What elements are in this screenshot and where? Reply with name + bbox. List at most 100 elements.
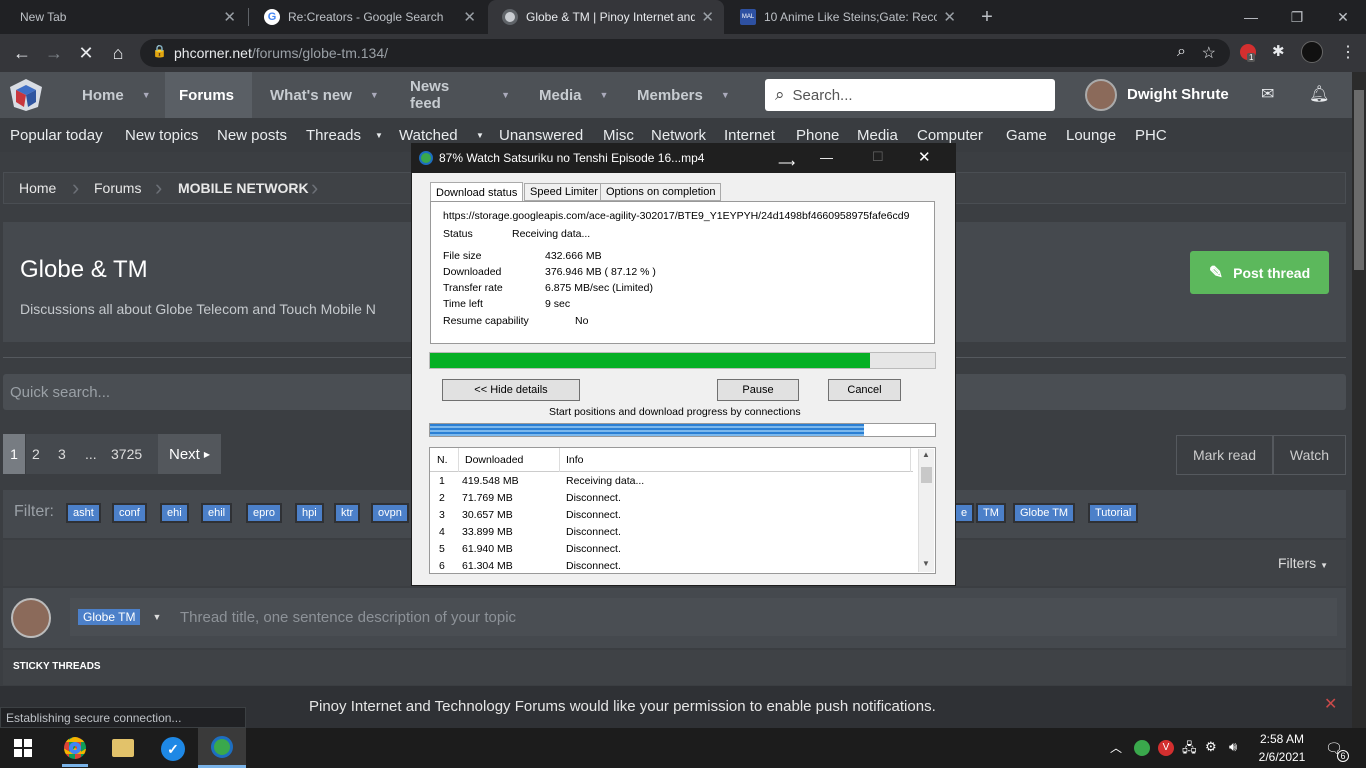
close-tab-icon[interactable]: ✕ [943,8,956,26]
puzzle-extensions-icon[interactable]: ✱ [1272,42,1285,60]
address-bar[interactable]: 🔒 phcorner.net/forums/globe-tm.134/ ⌕ ☆ [140,39,1230,67]
scroll-thumb[interactable] [921,467,932,483]
page-2[interactable]: 2 [32,446,40,462]
tab-speed-limiter[interactable]: Speed Limiter [524,183,604,201]
nav-home[interactable]: Home ▼ [68,72,162,118]
username-link[interactable]: Dwight Shrute [1127,86,1229,103]
tab-phcorner[interactable]: Globe & TM | Pinoy Internet and ✕ [488,0,724,34]
nav-members[interactable]: Members ▼ [623,72,753,118]
watch-button[interactable]: Watch [1273,435,1346,475]
close-window-icon[interactable]: ✕ [1320,0,1366,34]
pause-button[interactable]: Pause [717,379,799,401]
tray-steam-icon[interactable]: ⚙ [1205,739,1217,755]
mal-icon: MAL [740,9,756,25]
stop-loading-icon[interactable]: ✕ [70,34,102,72]
subnav-game[interactable]: Game [1006,118,1047,152]
filter-tag[interactable]: ehi [160,503,189,523]
page-3[interactable]: 3 [58,446,66,462]
tab-options-on-completion[interactable]: Options on completion [600,183,722,201]
page-1[interactable]: 1 [3,434,25,474]
clock-date[interactable]: 2/6/2021 [1257,750,1307,764]
zoom-icon[interactable]: ⌕ [1177,43,1186,61]
nav-news-feed[interactable]: News feed ▼ [396,72,524,118]
chrome-taskbar-icon[interactable] [64,737,86,759]
back-arrow-icon[interactable]: ← [6,34,38,72]
filter-tag[interactable]: Tutorial [1088,503,1139,523]
breadcrumb-home[interactable]: Home [19,172,56,204]
windows-start-icon[interactable] [14,739,32,757]
table-scrollbar[interactable]: ▲ ▼ [918,449,934,572]
phcorner-logo[interactable] [8,77,44,113]
clock-time[interactable]: 2:58 AM [1257,732,1307,746]
post-thread-button[interactable]: ✎ Post thread [1190,251,1329,294]
subnav-phc[interactable]: PHC [1135,118,1167,152]
breadcrumb-mobile-network[interactable]: MOBILE NETWORK [178,172,309,204]
subnav-lounge[interactable]: Lounge [1066,118,1116,152]
page-last[interactable]: 3725 [111,446,142,462]
page-scrollbar[interactable] [1352,72,1366,728]
alerts-bell-icon[interactable]: 🔔︎ [1309,84,1329,104]
profile-avatar-icon[interactable] [1301,41,1323,63]
column-info[interactable]: Info [566,454,584,466]
tray-idm-icon[interactable] [1134,740,1150,756]
close-tab-icon[interactable]: ✕ [223,8,236,26]
tab-google-search[interactable]: G Re:Creators - Google Search ✕ [250,0,486,34]
vpn-app-icon[interactable]: ✓ [161,737,185,761]
column-n[interactable]: N. [437,454,448,466]
filter-tag[interactable]: conf [112,503,147,523]
close-tab-icon[interactable]: ✕ [701,8,714,26]
minimize-icon[interactable]: — [1228,0,1274,34]
prefix-select[interactable]: Globe TM ▼ [70,598,172,636]
filter-tag[interactable]: Globe TM [1013,503,1076,523]
filter-tag[interactable]: epro [246,503,283,523]
close-notice-icon[interactable]: ✕ [1324,694,1337,714]
tray-network-icon[interactable]: 🖧 [1182,739,1197,761]
page-ellipsis[interactable]: ... [85,446,97,462]
subnav-threads[interactable]: Threads [306,118,361,152]
filter-tag[interactable]: TM [976,503,1006,523]
mark-read-button[interactable]: Mark read [1176,435,1273,475]
filter-tag[interactable]: ktr [334,503,361,523]
bookmark-star-icon[interactable]: ☆ [1202,43,1216,63]
maximize-icon[interactable]: ❐ [1274,0,1320,34]
tab-mal[interactable]: MAL 10 Anime Like Steins;Gate: Recor ✕ [726,0,966,34]
dialog-minimize-icon[interactable]: — [820,150,833,165]
subnav-new-topics[interactable]: New topics [125,118,198,152]
thread-title-input[interactable]: Thread title, one sentence description o… [172,598,1337,636]
tray-vpn-icon[interactable]: V [1158,740,1174,756]
close-tab-icon[interactable]: ✕ [463,8,476,26]
filter-tag[interactable]: asht [66,503,101,523]
nav-media[interactable]: Media ▼ [525,72,623,118]
filter-tag[interactable]: hpi [295,503,324,523]
cancel-button[interactable]: Cancel [828,379,901,401]
new-tab-plus-icon[interactable]: + [976,6,998,28]
tray-volume-icon[interactable]: 🔊︎ [1229,739,1237,755]
filter-tag[interactable]: ehil [201,503,233,523]
next-page-button[interactable]: Next ▶ [158,434,221,474]
site-search-input[interactable]: ⌕ Search... [765,79,1055,111]
hide-details-button[interactable]: << Hide details [442,379,580,401]
filter-tag[interactable]: ovpn [371,503,409,523]
menu-kebab-icon[interactable]: ⋮ [1340,42,1356,62]
nav-whats-new[interactable]: What's new ▼ [256,72,394,118]
inbox-envelope-icon[interactable]: ✉ [1261,84,1274,104]
subnav-new-posts[interactable]: New posts [217,118,287,152]
breadcrumb-forums[interactable]: Forums [94,172,141,204]
tray-chevron-up-icon[interactable]: ︿ [1110,739,1122,756]
home-icon[interactable]: ⌂ [102,34,134,72]
filter-tag[interactable]: e [954,503,975,523]
column-downloaded[interactable]: Downloaded [465,454,523,466]
scroll-down-icon[interactable]: ▼ [922,559,930,568]
scroll-up-icon[interactable]: ▲ [922,450,930,459]
subnav-popular-today[interactable]: Popular today [10,118,103,152]
user-avatar[interactable] [1085,79,1117,111]
file-explorer-icon[interactable] [112,739,134,757]
dialog-close-icon[interactable]: ✕ [918,148,931,166]
scrollbar-thumb[interactable] [1354,90,1364,270]
forward-arrow-icon[interactable]: → [38,34,70,72]
tab-new-tab[interactable]: New Tab ✕ [6,0,246,34]
nav-forums[interactable]: Forums [165,72,252,118]
extension-red-icon[interactable]: 1 [1240,44,1256,62]
tab-download-status[interactable]: Download status [430,182,524,202]
filters-dropdown[interactable]: Filters ▼ [1278,555,1328,571]
